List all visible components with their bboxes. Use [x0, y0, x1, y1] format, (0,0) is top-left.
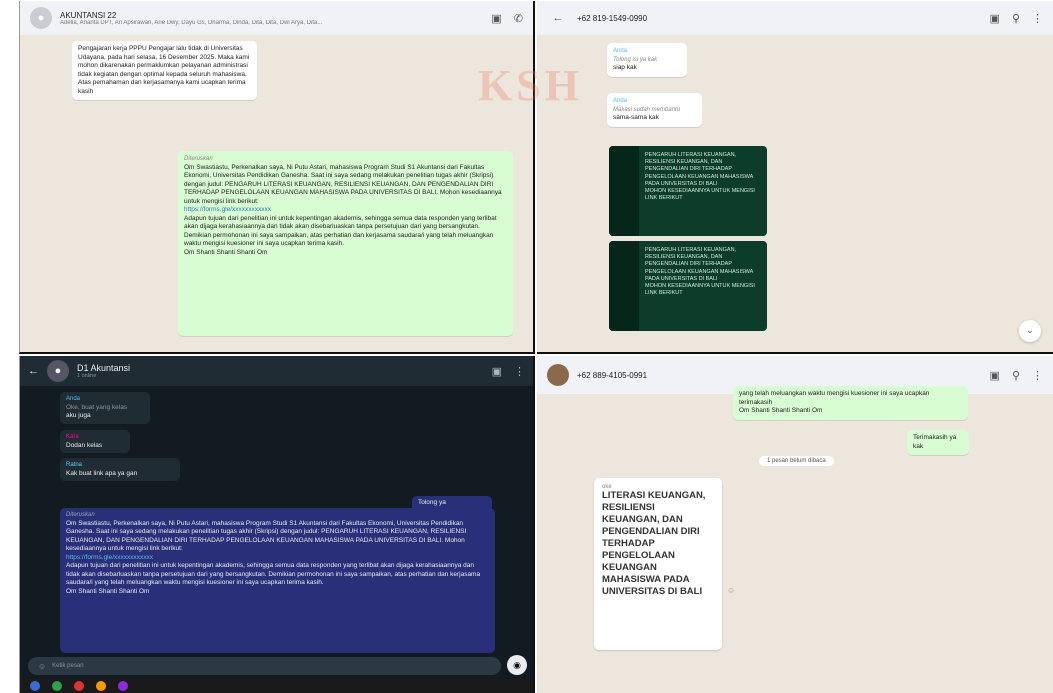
message-text: Kak buat link apa ya gan — [66, 469, 138, 477]
group-avatar[interactable]: ● — [30, 7, 52, 29]
card-title: PENGARUH LITERASI KEUANGAN, RESILIENSI K… — [645, 247, 753, 282]
group-status: 1 online — [77, 373, 97, 379]
card-subtitle: Mohon kesediaannya untuk mengisi link be… — [645, 188, 755, 202]
reply-text: siap kak — [613, 64, 637, 71]
message-bubble: yang telah meluangkan waktu mengisi kues… — [733, 386, 968, 420]
message-closing: Om Shanti Shanti Shanti Om — [66, 587, 150, 595]
app-icon[interactable] — [30, 681, 40, 691]
panel-private-chat-2: +62 889-4105-0991 ▣ ⚲ ⋮ yang telah melua… — [537, 356, 1053, 693]
menu-icon[interactable]: ⋮ — [514, 365, 525, 378]
shared-card[interactable]: PENGARUH LITERASI KEUANGAN, RESILIENSI K… — [609, 241, 767, 331]
shared-card[interactable]: PENGARUH LITERASI KEUANGAN, RESILIENSI K… — [609, 146, 767, 236]
contact-phone: +62 819-1549-0990 — [577, 13, 648, 23]
phone-call-icon[interactable]: ✆ — [514, 12, 523, 25]
panel-group-chat-dark: ← ● D1 Akuntansi 1 online ▣ ⋮ Anda Oke, … — [19, 356, 535, 693]
message-bubble: Terimakasih ya kak — [907, 430, 969, 455]
screenshot-grid: ● AKUNTANSI 22 Adelia, Ananta DPT, Ari A… — [0, 0, 1053, 693]
message-text: Pengajaran kerja PPPU Pengajar lalu tida… — [78, 45, 250, 95]
panel-private-chat: ← +62 819-1549-0990 ▣ ⚲ ⋮ Anda Tolong is… — [537, 1, 1053, 354]
scroll-down-icon[interactable]: ⌄ — [1019, 320, 1041, 342]
chat-header: ← ● D1 Akuntansi 1 online ▣ ⋮ — [20, 356, 533, 386]
card-title: LITERASI KEUANGAN, RESILIENSI KEUANGAN, … — [602, 490, 706, 597]
panel-group-chat-light: ● AKUNTANSI 22 Adelia, Ananta DPT, Ari A… — [19, 1, 535, 354]
form-link[interactable]: https://forms.gle/xxxxxxxxxxxx — [184, 206, 507, 215]
group-members: Adelia, Ananta DPT, Ari Apsirawan, Arie … — [60, 19, 323, 26]
video-call-icon[interactable]: ▣ — [990, 12, 1000, 25]
message-bubble: Kara Dodan kelas — [60, 430, 130, 453]
message-bubble: Anda Oke, buat yang kelas aku juga — [60, 392, 150, 424]
taskbar — [20, 679, 533, 693]
card-title: PENGARUH LITERASI KEUANGAN, RESILIENSI K… — [645, 152, 753, 187]
quoted-name: Anda — [613, 98, 628, 104]
message-text: Tolong ya — [418, 499, 446, 506]
compose-bar[interactable]: ☺ Ketik pesan — [28, 657, 501, 675]
message-bubble: Ratna Kak buat link apa ya gan — [60, 458, 180, 481]
unread-badge: 1 pesan belum dibaca — [759, 456, 834, 466]
contact-avatar[interactable] — [547, 364, 569, 386]
forwarded-message-bubble: Diteruskan Om Swastiastu, Perkenalkan sa… — [178, 151, 513, 336]
quoted-text: Oke, buat yang kelas — [66, 403, 128, 411]
sender-name: Kara — [66, 434, 79, 440]
sender-name: Ratna — [66, 462, 83, 468]
message-bubble: Pengajaran kerja PPPU Pengajar lalu tida… — [72, 41, 257, 100]
back-arrow-icon[interactable]: ← — [28, 365, 39, 377]
message-text: aku juga — [66, 412, 91, 419]
reply-bubble: Anda Makasi sudah membantu sama-sama kak — [607, 93, 702, 127]
chat-header: ← +62 819-1549-0990 ▣ ⚲ ⋮ — [537, 1, 1053, 35]
form-link[interactable]: https://forms.gle/xxxxxxxxxxxx — [66, 554, 489, 563]
group-avatar[interactable]: ● — [47, 360, 69, 382]
forwarded-label: Diteruskan — [184, 156, 213, 162]
reaction-icon[interactable]: ☺ — [727, 586, 735, 595]
video-call-icon[interactable]: ▣ — [492, 365, 502, 378]
app-icon[interactable] — [74, 681, 84, 691]
contact-phone: +62 889-4105-0991 — [577, 370, 648, 380]
app-icon[interactable] — [118, 681, 128, 691]
message-body: Om Swastiastu, Perkenalkan saya, Ni Putu… — [184, 163, 502, 205]
emoji-icon[interactable]: ☺ — [38, 662, 46, 671]
message-body: Om Swastiastu, Perkenalkan saya, Ni Putu… — [66, 519, 467, 553]
forwarded-label: Diteruskan — [66, 512, 95, 518]
reply-bubble: Anda Tolong isi ya kak siap kak — [607, 43, 687, 77]
card-subtitle: Mohon kesediaannya untuk mengisi link be… — [645, 283, 755, 297]
search-icon[interactable]: ⚲ — [1012, 369, 1020, 382]
reply-text: sama-sama kak — [613, 114, 659, 121]
chat-header: ● AKUNTANSI 22 Adelia, Ananta DPT, Ari A… — [20, 1, 533, 35]
message-text: yang telah meluangkan waktu mengisi kues… — [739, 390, 930, 406]
message-input[interactable]: Ketik pesan — [52, 663, 83, 669]
video-call-icon[interactable]: ▣ — [491, 12, 501, 25]
message-body-2: Adapun tujuan dari penelitian ini untuk … — [66, 562, 481, 586]
search-icon[interactable]: ⚲ — [1012, 12, 1020, 25]
message-text: Dodan kelas — [66, 441, 103, 449]
back-arrow-icon[interactable]: ← — [547, 7, 569, 29]
message-text: Terimakasih ya kak — [913, 434, 957, 450]
message-closing: Om Shanti Shanti Shanti Om — [739, 407, 823, 414]
quoted-text: Makasi sudah membantu — [613, 106, 681, 113]
forwarded-message-bubble: Diteruskan Om Swastiastu, Perkenalkan sa… — [60, 508, 495, 653]
message-body-2: Adapun tujuan dari penelitian ini untuk … — [184, 214, 497, 248]
quoted-text: Tolong isi ya kak — [613, 56, 658, 63]
menu-icon[interactable]: ⋮ — [1032, 12, 1043, 25]
app-icon[interactable] — [52, 681, 62, 691]
video-call-icon[interactable]: ▣ — [990, 369, 1000, 382]
sender-name: Anda — [66, 396, 81, 402]
shared-card[interactable]: oke LITERASI KEUANGAN, RESILIENSI KEUANG… — [594, 478, 722, 650]
quoted-name: Anda — [613, 48, 628, 54]
menu-icon[interactable]: ⋮ — [1032, 369, 1043, 382]
group-name: D1 Akuntansi — [77, 363, 131, 373]
app-icon[interactable] — [96, 681, 106, 691]
group-name: AKUNTANSI 22 — [60, 10, 117, 20]
mic-icon[interactable]: ◉ — [507, 655, 527, 675]
message-closing: Om Shanti Shanti Shanti Om — [184, 248, 268, 256]
